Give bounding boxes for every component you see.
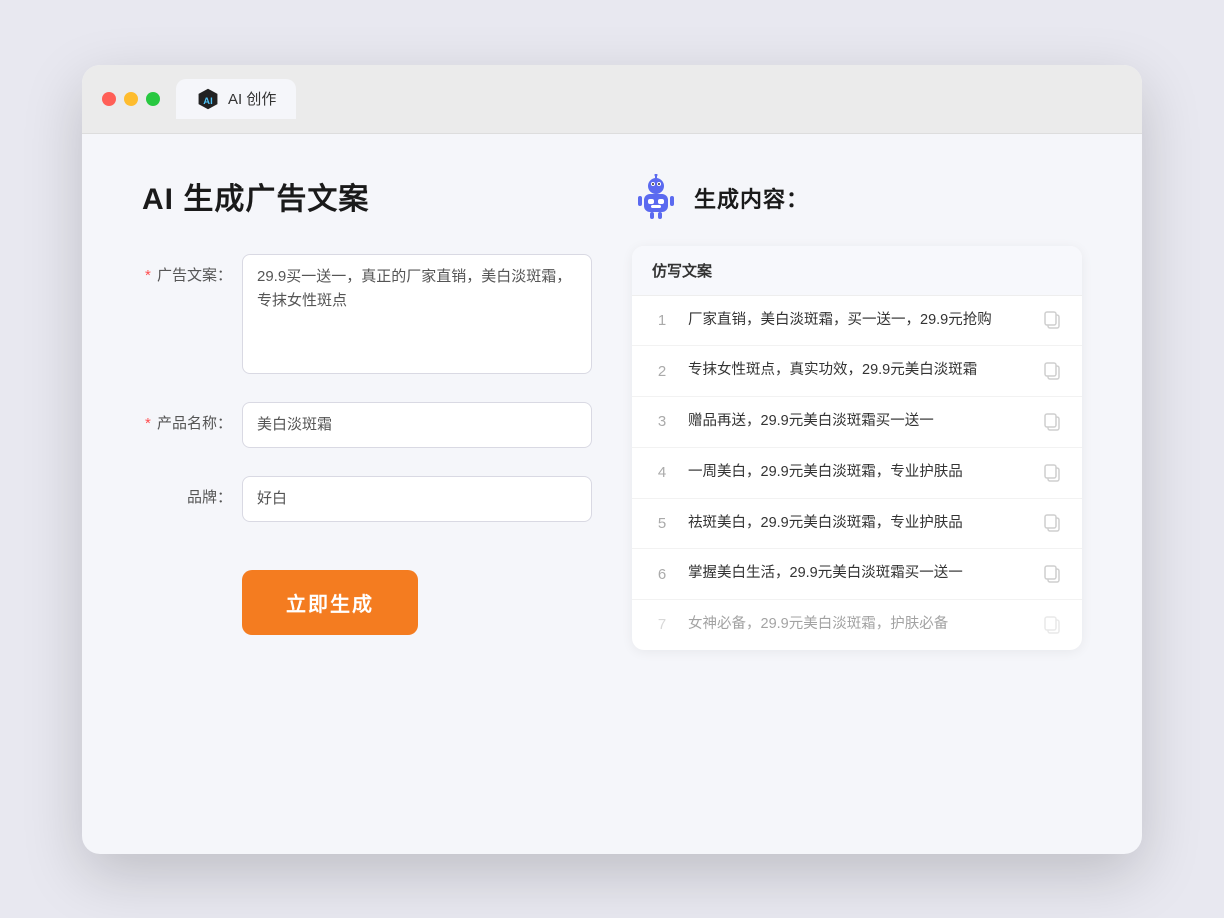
result-row: 5 祛斑美白，29.9元美白淡斑霜，专业护肤品 bbox=[632, 499, 1082, 550]
tab-label: AI 创作 bbox=[228, 88, 276, 109]
required-star-2: * bbox=[145, 415, 151, 432]
browser-window: AI AI 创作 AI 生成广告文案 * 广告文案： * 产品名称： bbox=[82, 65, 1142, 854]
copy-icon-6[interactable] bbox=[1044, 565, 1062, 583]
row-number-4: 4 bbox=[652, 464, 672, 481]
result-row: 4 一周美白，29.9元美白淡斑霜，专业护肤品 bbox=[632, 448, 1082, 499]
row-text-3: 赠品再送，29.9元美白淡斑霜买一送一 bbox=[688, 411, 1028, 433]
brand-label: 品牌： bbox=[142, 476, 232, 507]
row-number-6: 6 bbox=[652, 566, 672, 583]
result-row: 7 女神必备，29.9元美白淡斑霜，护肤必备 bbox=[632, 600, 1082, 650]
result-title: 生成内容： bbox=[694, 182, 809, 214]
traffic-lights bbox=[102, 92, 160, 106]
form-group-product-name: * 产品名称： bbox=[142, 402, 592, 448]
brand-input[interactable] bbox=[242, 476, 592, 522]
row-number-5: 5 bbox=[652, 515, 672, 532]
svg-text:AI: AI bbox=[203, 95, 212, 106]
result-table-header: 仿写文案 bbox=[632, 246, 1082, 296]
product-name-input[interactable] bbox=[242, 402, 592, 448]
copy-icon-3[interactable] bbox=[1044, 413, 1062, 431]
copy-icon-2[interactable] bbox=[1044, 362, 1062, 380]
row-text-4: 一周美白，29.9元美白淡斑霜，专业护肤品 bbox=[688, 462, 1028, 484]
row-text-7: 女神必备，29.9元美白淡斑霜，护肤必备 bbox=[688, 614, 1028, 636]
page-title: AI 生成广告文案 bbox=[142, 174, 592, 218]
row-text-5: 祛斑美白，29.9元美白淡斑霜，专业护肤品 bbox=[688, 513, 1028, 535]
result-row: 6 掌握美白生活，29.9元美白淡斑霜买一送一 bbox=[632, 549, 1082, 600]
ad-copy-label: * 广告文案： bbox=[142, 254, 232, 285]
ad-copy-input[interactable] bbox=[242, 254, 592, 374]
result-row: 2 专抹女性斑点，真实功效，29.9元美白淡斑霜 bbox=[632, 346, 1082, 397]
form-group-ad-copy: * 广告文案： bbox=[142, 254, 592, 374]
close-button[interactable] bbox=[102, 92, 116, 106]
row-text-1: 厂家直销，美白淡斑霜，买一送一，29.9元抢购 bbox=[688, 310, 1028, 332]
browser-content: AI 生成广告文案 * 广告文案： * 产品名称： 品牌： bbox=[82, 134, 1142, 854]
row-text-2: 专抹女性斑点，真实功效，29.9元美白淡斑霜 bbox=[688, 360, 1028, 382]
left-panel: AI 生成广告文案 * 广告文案： * 产品名称： 品牌： bbox=[142, 174, 592, 804]
product-name-label: * 产品名称： bbox=[142, 402, 232, 433]
copy-icon-4[interactable] bbox=[1044, 464, 1062, 482]
copy-icon-5[interactable] bbox=[1044, 514, 1062, 532]
generate-button[interactable]: 立即生成 bbox=[242, 570, 418, 635]
copy-icon-1[interactable] bbox=[1044, 311, 1062, 329]
robot-icon bbox=[632, 174, 680, 222]
result-row: 3 赠品再送，29.9元美白淡斑霜买一送一 bbox=[632, 397, 1082, 448]
row-number-3: 3 bbox=[652, 413, 672, 430]
row-number-2: 2 bbox=[652, 363, 672, 380]
row-number-7: 7 bbox=[652, 616, 672, 633]
form-group-brand: 品牌： bbox=[142, 476, 592, 522]
ai-tab-icon: AI bbox=[196, 87, 220, 111]
result-header: 生成内容： bbox=[632, 174, 1082, 222]
result-table: 仿写文案 1 厂家直销，美白淡斑霜，买一送一，29.9元抢购 2 专抹女性斑点，… bbox=[632, 246, 1082, 650]
right-panel: 生成内容： 仿写文案 1 厂家直销，美白淡斑霜，买一送一，29.9元抢购 2 专… bbox=[632, 174, 1082, 804]
row-number-1: 1 bbox=[652, 312, 672, 329]
maximize-button[interactable] bbox=[146, 92, 160, 106]
row-text-6: 掌握美白生活，29.9元美白淡斑霜买一送一 bbox=[688, 563, 1028, 585]
browser-titlebar: AI AI 创作 bbox=[82, 65, 1142, 134]
required-star-1: * bbox=[145, 267, 151, 284]
minimize-button[interactable] bbox=[124, 92, 138, 106]
ai-tab[interactable]: AI AI 创作 bbox=[176, 79, 296, 119]
result-row: 1 厂家直销，美白淡斑霜，买一送一，29.9元抢购 bbox=[632, 296, 1082, 347]
copy-icon-7[interactable] bbox=[1044, 616, 1062, 634]
